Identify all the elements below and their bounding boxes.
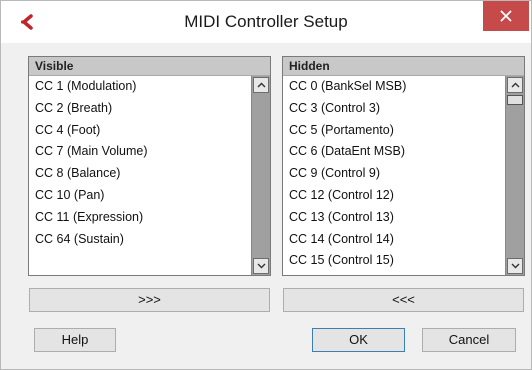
chevron-up-icon <box>257 82 265 88</box>
move-to-hidden-button[interactable]: >>> <box>29 288 270 312</box>
dialog-title: MIDI Controller Setup <box>184 12 348 31</box>
list-item[interactable]: CC 10 (Pan) <box>29 185 251 207</box>
scroll-down-button[interactable] <box>507 258 523 274</box>
cancel-button[interactable]: Cancel <box>422 328 516 352</box>
scroll-thumb[interactable] <box>507 95 523 105</box>
list-item[interactable]: CC 1 (Modulation) <box>29 76 251 98</box>
hidden-panel: Hidden CC 0 (BankSel MSB) CC 3 (Control … <box>282 56 525 276</box>
list-item[interactable]: CC 14 (Control 14) <box>283 229 505 251</box>
hidden-panel-header: Hidden <box>283 57 524 76</box>
title-bar: MIDI Controller Setup <box>1 1 531 43</box>
scroll-up-button[interactable] <box>507 77 523 93</box>
visible-scrollbar[interactable] <box>251 76 270 275</box>
list-item[interactable]: CC 6 (DataEnt MSB) <box>283 141 505 163</box>
hidden-scrollbar[interactable] <box>505 76 524 275</box>
list-item[interactable]: CC 13 (Control 13) <box>283 207 505 229</box>
visible-panel: Visible CC 1 (Modulation) CC 2 (Breath) … <box>28 56 271 276</box>
list-item[interactable]: CC 15 (Control 15) <box>283 250 505 272</box>
scroll-down-button[interactable] <box>253 258 269 274</box>
list-item[interactable]: CC 3 (Control 3) <box>283 98 505 120</box>
chevron-down-icon <box>257 263 265 269</box>
close-icon <box>500 10 512 22</box>
chevron-up-icon <box>511 82 519 88</box>
list-item[interactable]: CC 9 (Control 9) <box>283 163 505 185</box>
close-button[interactable] <box>483 1 529 31</box>
list-item[interactable]: CC 12 (Control 12) <box>283 185 505 207</box>
list-item[interactable]: CC 0 (BankSel MSB) <box>283 76 505 98</box>
visible-panel-header: Visible <box>29 57 270 76</box>
list-item[interactable]: CC 5 (Portamento) <box>283 120 505 142</box>
move-to-visible-button[interactable]: <<< <box>283 288 524 312</box>
ok-button[interactable]: OK <box>312 328 405 352</box>
midi-controller-setup-dialog: MIDI Controller Setup Visible CC 1 (Modu… <box>0 0 532 370</box>
chevron-down-icon <box>511 263 519 269</box>
scroll-up-button[interactable] <box>253 77 269 93</box>
hidden-list[interactable]: CC 0 (BankSel MSB) CC 3 (Control 3) CC 5… <box>283 76 505 275</box>
visible-list[interactable]: CC 1 (Modulation) CC 2 (Breath) CC 4 (Fo… <box>29 76 251 275</box>
list-item[interactable]: CC 64 (Sustain) <box>29 229 251 251</box>
list-item[interactable]: CC 4 (Foot) <box>29 120 251 142</box>
list-item[interactable]: CC 11 (Expression) <box>29 207 251 229</box>
list-item[interactable]: CC 7 (Main Volume) <box>29 141 251 163</box>
list-item[interactable]: CC 2 (Breath) <box>29 98 251 120</box>
list-item[interactable]: CC 8 (Balance) <box>29 163 251 185</box>
help-button[interactable]: Help <box>34 328 116 352</box>
